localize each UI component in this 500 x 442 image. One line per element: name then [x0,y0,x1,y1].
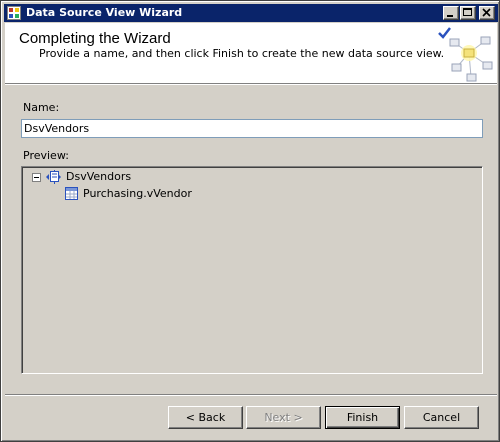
data-source-view-icon [46,170,61,184]
minimize-button[interactable] [443,6,459,20]
tree-child-label: Purchasing.vVendor [83,187,192,200]
minimize-icon [447,15,453,17]
name-label: Name: [23,101,60,114]
wizard-window: Data Source View Wizard Completing the W… [0,0,500,442]
back-button[interactable]: < Back [168,406,243,429]
title-bar[interactable]: Data Source View Wizard [4,4,498,22]
window-title: Data Source View Wizard [26,6,183,19]
next-button[interactable]: Next > [246,406,321,429]
header-divider [5,83,497,85]
collapse-minus-icon[interactable] [32,173,41,182]
table-icon [65,187,78,200]
page-subtitle: Provide a name, and then click Finish to… [39,47,445,60]
wizard-app-icon [7,6,21,20]
wizard-header: Completing the Wizard Provide a name, an… [5,23,497,83]
preview-tree[interactable]: DsvVendors Purchasing.vVendor [21,166,483,374]
data-source-view-graphic [438,27,493,82]
page-title: Completing the Wizard [19,30,171,47]
preview-label: Preview: [23,149,69,162]
cancel-button[interactable]: Cancel [404,406,479,429]
footer-divider [5,394,497,396]
close-icon [482,8,491,17]
tree-node-root[interactable]: DsvVendors [22,167,462,185]
maximize-button[interactable] [460,6,476,20]
close-button[interactable] [479,6,495,20]
name-input[interactable]: DsvVendors [21,119,483,138]
tree-node-child[interactable]: Purchasing.vVendor [22,184,462,202]
tree-root-label: DsvVendors [66,170,132,183]
maximize-icon [463,8,472,16]
finish-button[interactable]: Finish [325,406,400,429]
